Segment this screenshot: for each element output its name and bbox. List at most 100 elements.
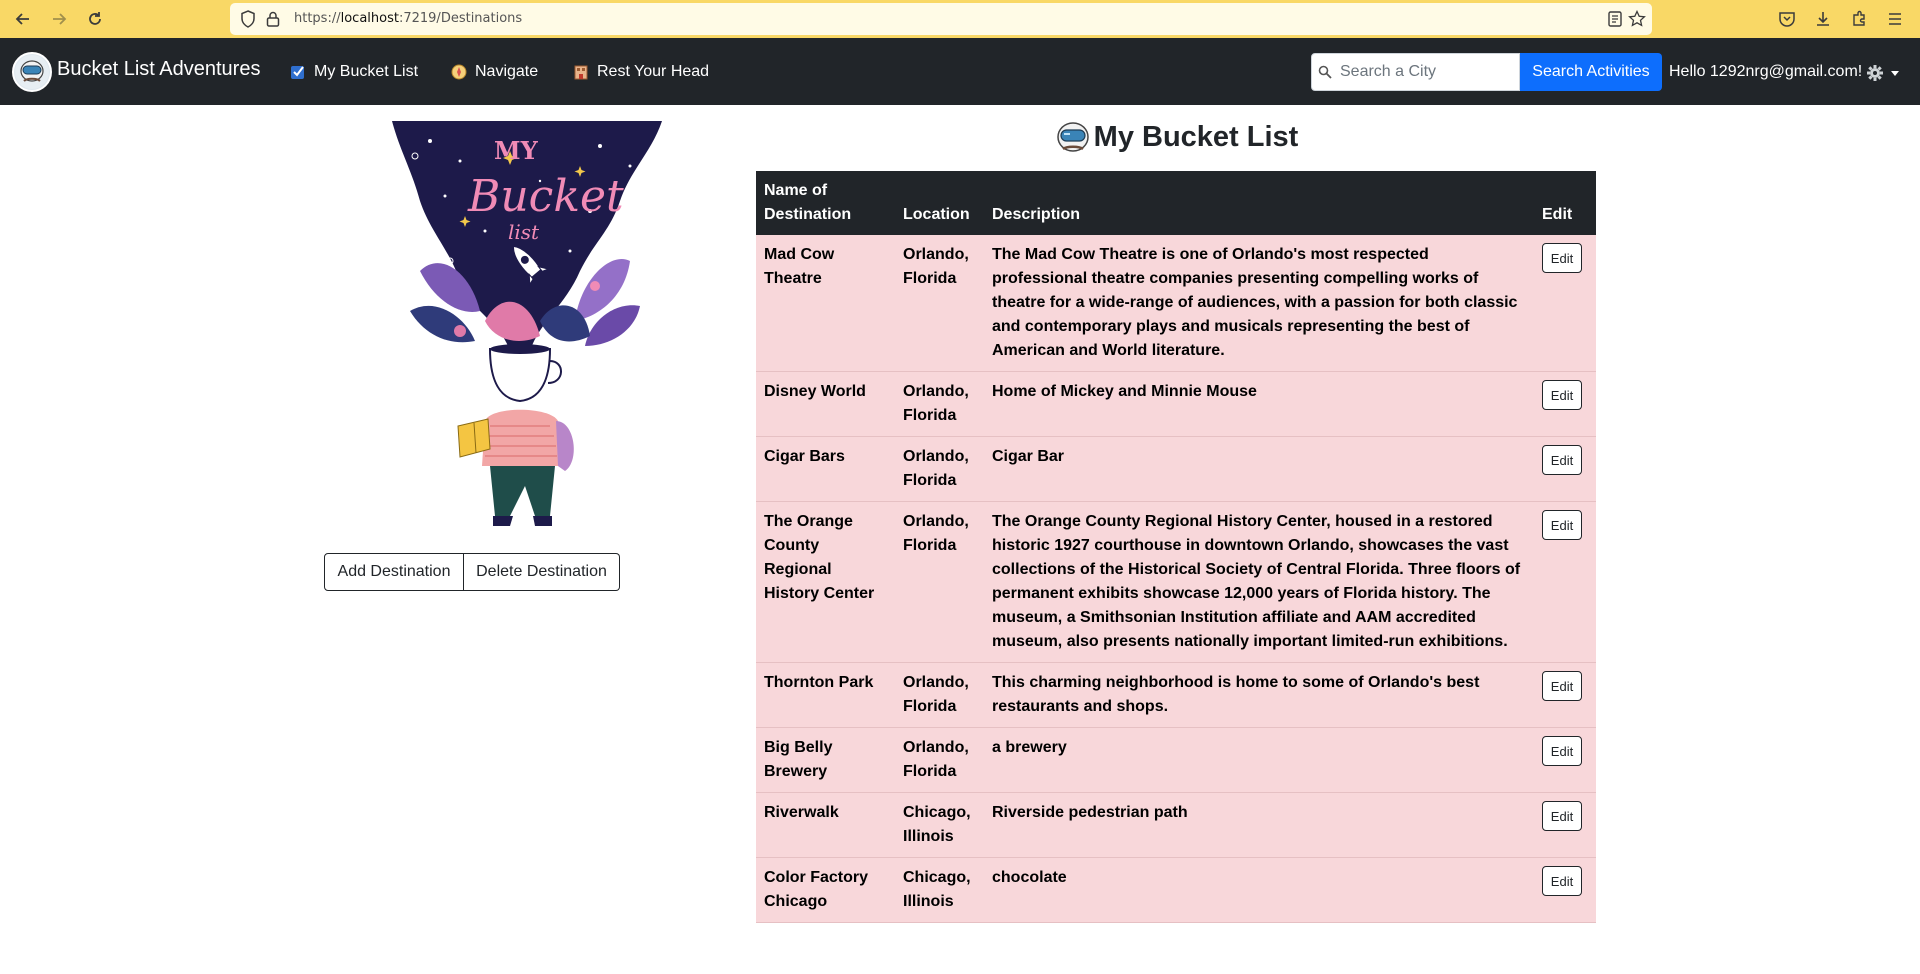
cell-edit: Edit — [1534, 235, 1596, 372]
city-search — [1311, 53, 1520, 91]
cell-edit: Edit — [1534, 436, 1596, 502]
search-activities-button[interactable]: Search Activities — [1520, 53, 1662, 91]
compass-icon — [451, 64, 467, 80]
header-description: Description — [984, 171, 1534, 235]
table-row: Thornton Park Orlando, Florida This char… — [756, 662, 1596, 728]
edit-button[interactable]: Edit — [1542, 380, 1582, 410]
shield-icon[interactable] — [240, 10, 256, 28]
search-icon — [1318, 65, 1332, 79]
address-bar[interactable]: https://localhost:7219/Destinations — [230, 3, 1652, 35]
url-text[interactable]: https://localhost:7219/Destinations — [294, 11, 522, 26]
cell-description: Cigar Bar — [984, 436, 1534, 502]
cell-edit: Edit — [1534, 371, 1596, 437]
nav-rest-your-head[interactable]: Rest Your Head — [573, 63, 709, 81]
nav-link-label: My Bucket List — [314, 63, 419, 80]
pocket-icon[interactable] — [1773, 5, 1801, 33]
brand-title[interactable]: Bucket List Adventures — [57, 58, 260, 81]
cell-description: The Mad Cow Theatre is one of Orlando's … — [984, 235, 1534, 372]
cell-name: The Orange County Regional History Cente… — [756, 501, 895, 663]
user-greeting[interactable]: Hello 1292nrg@gmail.com! — [1669, 63, 1862, 81]
back-arrow-icon[interactable] — [8, 4, 38, 34]
edit-button[interactable]: Edit — [1542, 510, 1582, 540]
table-row: Riverwalk Chicago, Illinois Riverside pe… — [756, 792, 1596, 858]
cell-location: Orlando, Florida — [895, 727, 984, 793]
edit-button[interactable]: Edit — [1542, 671, 1582, 701]
cell-edit: Edit — [1534, 501, 1596, 663]
delete-destination-button[interactable]: Delete Destination — [464, 553, 620, 591]
forward-arrow-icon[interactable] — [44, 4, 74, 34]
reload-icon[interactable] — [80, 4, 110, 34]
extensions-icon[interactable] — [1845, 5, 1873, 33]
cell-edit: Edit — [1534, 792, 1596, 858]
cell-location: Orlando, Florida — [895, 662, 984, 728]
header-edit: Edit — [1534, 171, 1596, 235]
cell-description: This charming neighborhood is home to so… — [984, 662, 1534, 728]
add-destination-button[interactable]: Add Destination — [324, 553, 464, 591]
bucket-list-illustration: MY Bucket list — [390, 121, 666, 531]
browser-toolbar: https://localhost:7219/Destinations — [0, 0, 1920, 38]
edit-button[interactable]: Edit — [1542, 866, 1582, 896]
table-header-row: Name of Destination Location Description… — [756, 171, 1596, 235]
hotel-icon — [573, 64, 589, 80]
url-host: localhost — [340, 11, 399, 26]
cell-location: Chicago, Illinois — [895, 792, 984, 858]
gear-icon[interactable] — [1866, 64, 1884, 82]
brand-logo[interactable] — [12, 52, 52, 92]
nav-my-bucket-list[interactable]: My Bucket List — [290, 63, 418, 81]
page-title: My Bucket List — [756, 119, 1596, 155]
table-row: The Orange County Regional History Cente… — [756, 501, 1596, 663]
cell-location: Orlando, Florida — [895, 371, 984, 437]
lettering-bucket: Bucket — [467, 171, 624, 222]
table-row: Mad Cow Theatre Orlando, Florida The Mad… — [756, 235, 1596, 372]
table-row: Big Belly Brewery Orlando, Florida a bre… — [756, 727, 1596, 793]
astronaut-icon — [1054, 119, 1092, 155]
cell-description: Riverside pedestrian path — [984, 792, 1534, 858]
bookmark-star-icon[interactable] — [1628, 9, 1646, 28]
menu-icon[interactable] — [1881, 5, 1909, 33]
cell-edit: Edit — [1534, 857, 1596, 923]
download-icon[interactable] — [1809, 5, 1837, 33]
destination-actions: Add Destination Delete Destination — [324, 553, 620, 591]
url-scheme: https:// — [294, 11, 341, 26]
lettering-my: MY — [494, 136, 539, 165]
app-navbar: Bucket List Adventures My Bucket List Na… — [0, 38, 1920, 105]
cell-location: Orlando, Florida — [895, 436, 984, 502]
edit-button[interactable]: Edit — [1542, 736, 1582, 766]
cell-name: Big Belly Brewery — [756, 727, 895, 793]
search-input[interactable] — [1340, 54, 1518, 90]
cell-name: Riverwalk — [756, 792, 895, 858]
reader-view-icon[interactable] — [1606, 10, 1624, 28]
url-path: :7219/Destinations — [398, 11, 523, 26]
lettering-list: list — [508, 220, 540, 244]
table-row: Disney World Orlando, Florida Home of Mi… — [756, 371, 1596, 437]
bucket-list-table: Name of Destination Location Description… — [756, 171, 1596, 923]
cell-description: a brewery — [984, 727, 1534, 793]
cell-description: Home of Mickey and Minnie Mouse — [984, 371, 1534, 437]
edit-button[interactable]: Edit — [1542, 243, 1582, 273]
header-location: Location — [895, 171, 984, 235]
cell-description: chocolate — [984, 857, 1534, 923]
nav-link-label: Rest Your Head — [597, 63, 710, 80]
cell-name: Mad Cow Theatre — [756, 235, 895, 372]
cell-edit: Edit — [1534, 727, 1596, 793]
cell-location: Chicago, Illinois — [895, 857, 984, 923]
cell-edit: Edit — [1534, 662, 1596, 728]
lock-icon[interactable] — [265, 10, 281, 28]
nav-navigate[interactable]: Navigate — [451, 63, 538, 81]
checkmark-icon — [290, 64, 306, 80]
header-name: Name of Destination — [756, 171, 895, 235]
cell-name: Thornton Park — [756, 662, 895, 728]
nav-link-label: Navigate — [475, 63, 539, 80]
cell-description: The Orange County Regional History Cente… — [984, 501, 1534, 663]
cell-location: Orlando, Florida — [895, 501, 984, 663]
cell-name: Disney World — [756, 371, 895, 437]
edit-button[interactable]: Edit — [1542, 445, 1582, 475]
cell-location: Orlando, Florida — [895, 235, 984, 372]
cell-name: Cigar Bars — [756, 436, 895, 502]
table-row: Color Factory Chicago Chicago, Illinois … — [756, 857, 1596, 923]
cell-name: Color Factory Chicago — [756, 857, 895, 923]
page-title-text: My Bucket List — [1093, 120, 1299, 153]
edit-button[interactable]: Edit — [1542, 801, 1582, 831]
chevron-down-icon[interactable] — [1891, 71, 1899, 76]
table-row: Cigar Bars Orlando, Florida Cigar Bar Ed… — [756, 436, 1596, 502]
